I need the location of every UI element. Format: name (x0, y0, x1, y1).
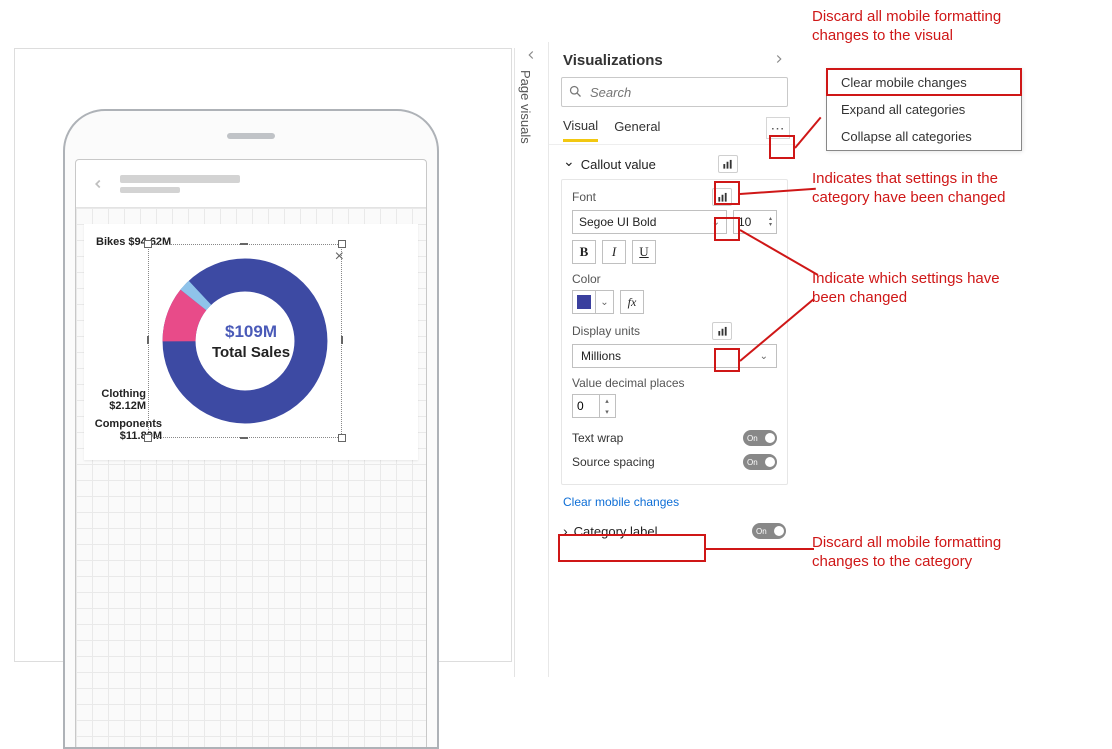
font-label: Font (572, 190, 596, 204)
search-input[interactable] (561, 77, 788, 107)
back-icon[interactable] (86, 172, 110, 196)
resize-handle[interactable] (341, 336, 343, 344)
resize-handle[interactable] (144, 240, 152, 248)
menu-collapse-all[interactable]: Collapse all categories (827, 123, 1021, 150)
decimal-places-input[interactable]: ▴▾ (572, 394, 616, 418)
pane-title: Visualizations (563, 52, 663, 69)
menu-expand-all[interactable]: Expand all categories (827, 96, 1021, 123)
display-units-label: Display units (572, 324, 640, 338)
underline-button[interactable]: U (632, 240, 656, 264)
category-callout-value[interactable]: Callout value (549, 145, 800, 179)
font-size-input[interactable]: 10 ▴▾ (733, 210, 777, 234)
mobile-frame: Bikes $94.62M Clothing $2.12M Components… (63, 109, 439, 749)
page-visuals-tab[interactable]: Page visuals (518, 70, 533, 144)
search-icon (568, 84, 583, 102)
visualizations-pane: Visualizations Visual General ⋯ Callout … (548, 42, 800, 677)
bold-button[interactable]: B (572, 240, 596, 264)
pane-divider (514, 48, 515, 677)
callout-settings: Font Segoe UI Bold⌄ 10 ▴▾ B I U (561, 179, 788, 485)
category-category-label[interactable]: Category label On (549, 513, 800, 549)
font-family-select[interactable]: Segoe UI Bold⌄ (572, 210, 727, 234)
text-wrap-label: Text wrap (572, 431, 623, 445)
resize-handle[interactable] (147, 336, 149, 344)
more-options-button[interactable]: ⋯ (766, 117, 790, 139)
expand-pane-icon[interactable] (772, 52, 786, 69)
display-units-select[interactable]: Millions⌄ (572, 344, 777, 368)
resize-handle[interactable] (240, 437, 248, 439)
collapse-pane-icon[interactable] (524, 48, 538, 65)
resize-handle[interactable] (338, 434, 346, 442)
chevron-down-icon (563, 156, 575, 173)
donut-visual[interactable]: Bikes $94.62M Clothing $2.12M Components… (84, 224, 418, 460)
annotation-text: Discard all mobile formatting changes to… (812, 534, 1042, 572)
annotation-text: Indicates that settings in the category … (812, 170, 1042, 208)
fx-button[interactable]: fx (620, 290, 644, 314)
text-wrap-toggle[interactable]: On (743, 430, 777, 446)
color-swatch[interactable] (572, 290, 596, 314)
source-spacing-label: Source spacing (572, 455, 655, 469)
app-header (76, 160, 426, 208)
tab-visual[interactable]: Visual (563, 118, 598, 142)
resize-handle[interactable] (338, 240, 346, 248)
italic-button[interactable]: I (602, 240, 626, 264)
color-dropdown[interactable]: ⌄ (596, 290, 614, 314)
resize-handle[interactable] (144, 434, 152, 442)
phone-speaker (227, 133, 275, 139)
clear-mobile-changes-link[interactable]: Clear mobile changes (549, 485, 800, 513)
changed-indicator-icon (712, 322, 732, 340)
color-value (577, 295, 591, 309)
changed-indicator-icon (718, 155, 738, 173)
menu-clear-mobile-changes[interactable]: Clear mobile changes (827, 69, 1021, 96)
data-label-clothing: Clothing $2.12M (92, 388, 146, 412)
source-spacing-toggle[interactable]: On (743, 454, 777, 470)
tab-general[interactable]: General (614, 119, 660, 140)
layout-grid[interactable]: Bikes $94.62M Clothing $2.12M Components… (76, 208, 426, 747)
remove-visual-icon[interactable]: × (335, 248, 344, 266)
design-canvas: Bikes $94.62M Clothing $2.12M Components… (14, 48, 512, 662)
resize-handle[interactable] (240, 243, 248, 245)
annotation-text: Discard all mobile formatting changes to… (812, 8, 1042, 46)
more-options-menu: Clear mobile changes Expand all categori… (826, 68, 1022, 151)
decimal-places-label: Value decimal places (572, 376, 777, 390)
category-label-toggle[interactable]: On (752, 523, 786, 539)
phone-screen: Bikes $94.62M Clothing $2.12M Components… (75, 159, 427, 747)
changed-indicator-icon (712, 188, 732, 206)
selection-frame: × (148, 244, 342, 438)
chevron-right-icon (563, 523, 568, 539)
annotation-text: Indicate which settings have been change… (812, 270, 1032, 308)
color-label: Color (572, 272, 777, 286)
title-placeholder (120, 175, 240, 193)
